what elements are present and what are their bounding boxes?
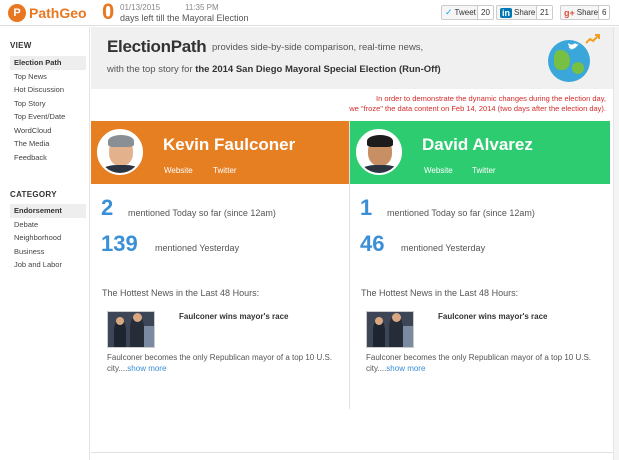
view-item-hot-discussion[interactable]: Hot Discussion [10, 83, 86, 97]
banner-description: provides side-by-side comparison, real-t… [212, 42, 424, 53]
gplus-icon: g+ [564, 7, 575, 18]
twitter-bird-icon [567, 43, 579, 50]
tweet-label: Tweet [454, 8, 476, 17]
tweet-button[interactable]: ✓ Tweet [441, 5, 480, 20]
current-time: 11:35 PM [185, 3, 219, 12]
pathgeo-logo[interactable]: P PathGeo [8, 4, 87, 22]
trend-icon [585, 34, 600, 44]
banner-subline-prefix: with the top story for [107, 64, 193, 75]
tweet-count: 20 [477, 5, 494, 20]
candidate-column-alvarez: David Alvarez Website Twitter 1 mentione… [350, 121, 610, 409]
category-item-endorsement[interactable]: Endorsement [10, 204, 86, 218]
linkedin-share-label: Share [514, 8, 536, 17]
view-item-wordcloud[interactable]: WordCloud [10, 124, 86, 138]
twitter-icon: ✓ [445, 7, 453, 17]
news-headline-link[interactable]: Faulconer wins mayor's race [179, 312, 289, 321]
view-item-the-media[interactable]: The Media [10, 137, 86, 151]
category-menu: Endorsement Debate Neighborhood Business Job… [10, 204, 86, 272]
news-thumbnail[interactable] [107, 311, 155, 348]
countdown-text: days left till the Mayoral Election [120, 13, 249, 23]
view-menu: Election Path Top News Hot Discussion Top S… [10, 56, 86, 164]
candidate-column-faulconer: Kevin Faulconer Website Twitter 2 mentio… [91, 121, 350, 409]
today-mention-label: mentioned Today so far (since 12am) [128, 208, 276, 218]
view-item-feedback[interactable]: Feedback [10, 151, 86, 165]
data-freeze-notice: In order to demonstrate the dynamic chan… [300, 94, 606, 114]
page-title: ElectionPath [107, 37, 207, 56]
view-item-top-story[interactable]: Top Story [10, 97, 86, 111]
current-date: 01/13/2015 [120, 3, 161, 12]
view-item-top-news[interactable]: Top News [10, 70, 86, 84]
gplus-share-button[interactable]: g+ Share [560, 5, 603, 20]
hottest-news-title: The Hottest News in the Last 48 Hours: [361, 288, 519, 298]
today-mention-count: 2 [101, 195, 114, 220]
hottest-news-title: The Hottest News in the Last 48 Hours: [102, 288, 260, 298]
category-heading: CATEGORY [10, 190, 57, 199]
news-thumbnail[interactable] [366, 311, 414, 348]
news-summary: Faulconer becomes the only Republican ma… [107, 352, 343, 374]
yesterday-mention-count: 46 [360, 231, 385, 256]
gplus-share-count: 6 [598, 5, 611, 20]
yesterday-mention-count: 139 [101, 231, 138, 256]
top-bar: P PathGeo 0 01/13/2015 11:35 PM days lef… [0, 0, 619, 26]
today-mention-count: 1 [360, 195, 373, 220]
candidate-website-link[interactable]: Website [424, 166, 453, 175]
banner-subline: with the top story for the 2014 San Dieg… [107, 64, 441, 75]
candidate-twitter-link[interactable]: Twitter [472, 166, 496, 175]
gplus-share-label: Share [576, 8, 599, 17]
candidate-header: Kevin Faulconer Website Twitter [91, 121, 349, 184]
notice-line-2: we "froze" the data content on Feb 14, 2… [349, 104, 606, 113]
yesterday-mention-label: mentioned Yesterday [401, 243, 486, 253]
candidate-name: Kevin Faulconer [163, 135, 296, 154]
show-more-link[interactable]: show more [386, 364, 425, 373]
linkedin-share-count: 21 [536, 5, 553, 20]
news-headline-link[interactable]: Faulconer wins mayor's race [438, 312, 548, 321]
countdown-days: 0 [102, 0, 115, 24]
today-mention-label: mentioned Today so far (since 12am) [387, 208, 535, 218]
page-scrollbar[interactable] [613, 27, 619, 460]
logo-text: PathGeo [29, 5, 87, 21]
candidate-twitter-link[interactable]: Twitter [213, 166, 237, 175]
sidebar: VIEW Election Path Top News Hot Discussion… [0, 27, 90, 460]
category-item-business[interactable]: Business [10, 245, 86, 259]
notice-line-1: In order to demonstrate the dynamic chan… [376, 94, 606, 103]
candidate-avatar [97, 129, 143, 175]
category-item-debate[interactable]: Debate [10, 218, 86, 232]
election-name: the 2014 San Diego Mayoral Special Elect… [195, 64, 441, 75]
yesterday-mention-label: mentioned Yesterday [155, 243, 240, 253]
linkedin-icon: in [500, 7, 512, 18]
candidate-name: David Alvarez [422, 135, 533, 154]
view-heading: VIEW [10, 41, 32, 50]
news-summary: Faulconer becomes the only Republican ma… [366, 352, 602, 374]
category-item-neighborhood[interactable]: Neighborhood [10, 231, 86, 245]
view-item-election-path[interactable]: Election Path [10, 56, 86, 70]
bottom-divider [91, 452, 613, 453]
candidate-website-link[interactable]: Website [164, 166, 193, 175]
category-item-job-and-labor[interactable]: Job and Labor [10, 258, 86, 272]
pathgeo-logo-icon: P [8, 4, 26, 22]
view-item-top-event-date[interactable]: Top Event/Date [10, 110, 86, 124]
candidate-avatar [356, 129, 402, 175]
intro-banner: ElectionPath provides side-by-side compa… [91, 27, 613, 89]
candidate-header: David Alvarez Website Twitter [350, 121, 610, 184]
show-more-link[interactable]: show more [127, 364, 166, 373]
linkedin-share-button[interactable]: in Share [496, 5, 540, 20]
